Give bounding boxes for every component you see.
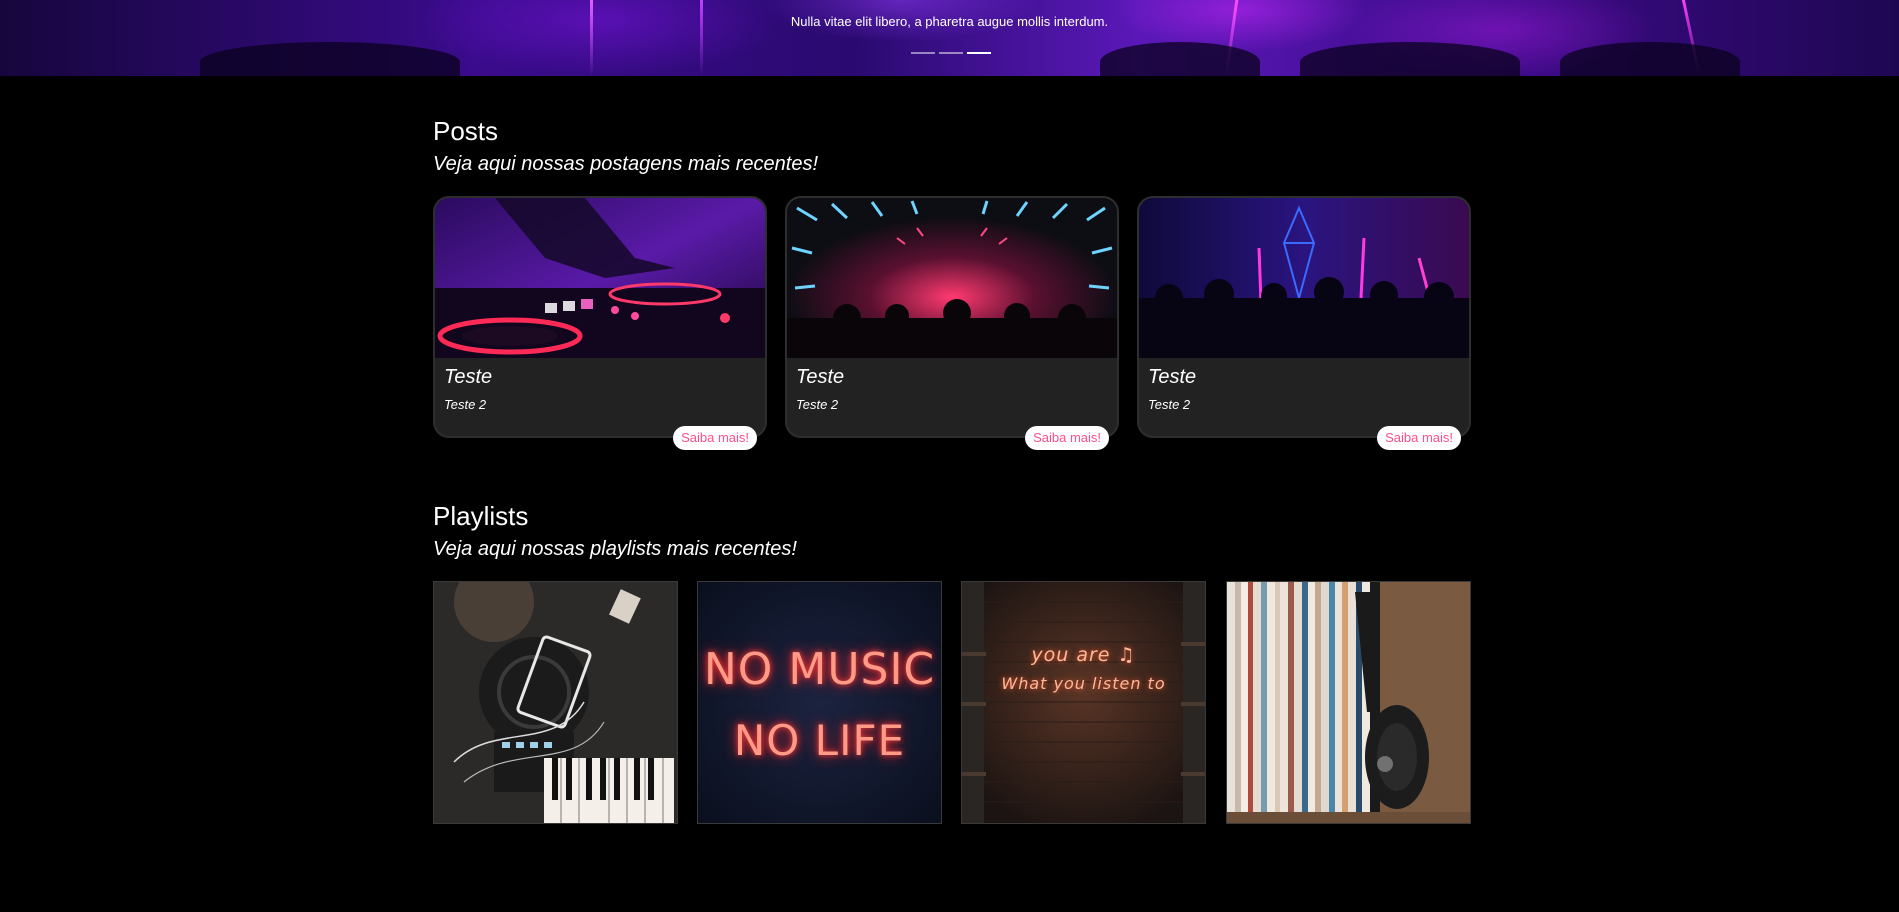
playlists-subheading: Veja aqui nossas playlists mais recentes… <box>433 538 797 560</box>
posts-heading: Posts <box>433 116 499 146</box>
light-beam <box>590 0 593 76</box>
playlists-heading: Playlists <box>433 501 529 531</box>
post-text: Teste 2 <box>1148 397 1191 412</box>
post-card: Teste Teste 2 Saiba mais! <box>785 196 1119 450</box>
posts-subheading: Veja aqui nossas postagens mais recentes… <box>433 153 819 175</box>
neon-sign-line: you are ♫ <box>1031 644 1136 666</box>
post-text: Teste 2 <box>796 397 839 412</box>
crowd-silhouette <box>1100 42 1260 76</box>
studio-gear-keyboard-photo <box>434 582 677 823</box>
post-card: Teste Teste 2 Saiba mais! <box>1137 196 1471 450</box>
light-beam <box>700 0 703 76</box>
read-more-button[interactable]: Saiba mais! <box>1025 426 1109 450</box>
carousel-indicator-2[interactable] <box>939 52 963 54</box>
post-title: Teste <box>796 366 845 388</box>
post-text: Teste 2 <box>444 397 487 412</box>
playlist-cover[interactable] <box>1226 581 1471 824</box>
vinyl-records-headphones-photo <box>1227 582 1470 823</box>
neon-sign-line: NO MUSIC <box>703 644 936 695</box>
hero-carousel[interactable]: Nulla vitae elit libero, a pharetra augu… <box>0 0 1899 76</box>
carousel-indicator-3[interactable] <box>967 52 991 54</box>
post-card: Teste Teste 2 Saiba mais! <box>433 196 767 450</box>
brick-wall-neon-photo <box>962 582 1205 823</box>
club-tunnel-lights-photo <box>787 198 1117 358</box>
neon-sign-line: NO LIFE <box>733 716 906 765</box>
crowd-silhouette <box>200 42 460 76</box>
playlist-cover[interactable] <box>433 581 678 824</box>
crowd-silhouette <box>1300 42 1520 76</box>
neon-sign-photo <box>698 582 941 823</box>
dj-turntable-photo <box>435 198 765 358</box>
neon-sign-line: What you listen to <box>1001 674 1166 693</box>
club-crowd-neon-photo <box>1139 198 1469 358</box>
post-title: Teste <box>1148 366 1197 388</box>
read-more-button[interactable]: Saiba mais! <box>673 426 757 450</box>
hero-caption: Nulla vitae elit libero, a pharetra augu… <box>790 14 1109 29</box>
playlist-cover[interactable]: you are ♫ What you listen to <box>961 581 1206 824</box>
post-title: Teste <box>444 366 493 388</box>
carousel-indicators <box>911 52 991 54</box>
read-more-button[interactable]: Saiba mais! <box>1377 426 1461 450</box>
carousel-indicator-1[interactable] <box>911 52 935 54</box>
crowd-silhouette <box>1560 42 1740 76</box>
playlist-cover[interactable]: NO MUSIC NO LIFE <box>697 581 942 824</box>
